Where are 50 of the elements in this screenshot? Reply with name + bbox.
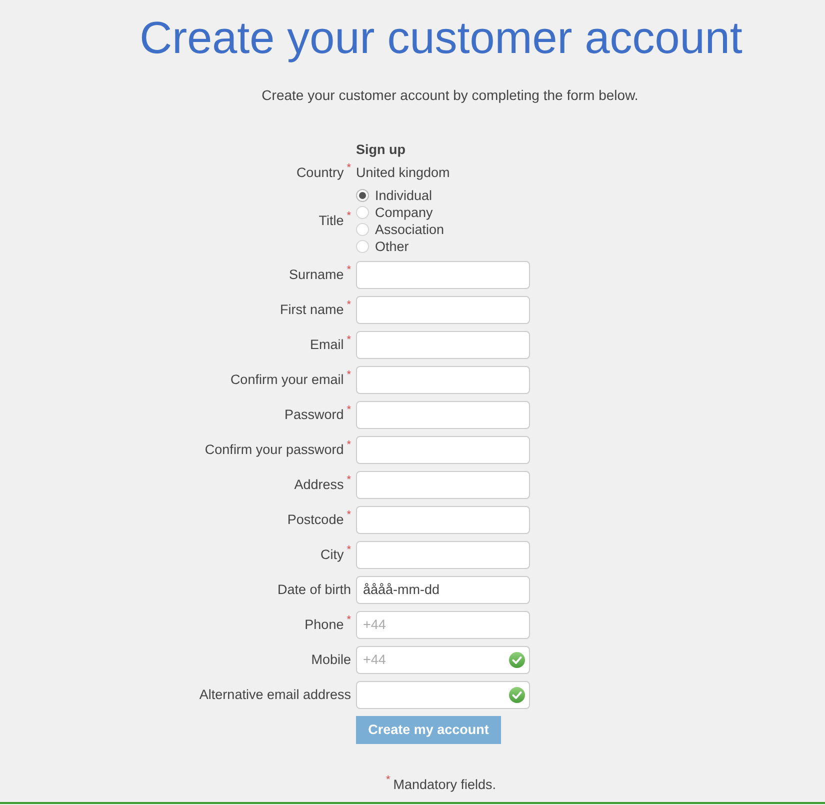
required-mark: * — [346, 544, 351, 556]
required-mark: * — [346, 474, 351, 486]
field-label: Password — [284, 406, 344, 424]
input-field[interactable] — [356, 366, 530, 394]
input-field[interactable] — [356, 330, 530, 359]
required-mark: * — [346, 370, 351, 381]
field-label: Alternative email address — [199, 686, 351, 704]
form-title: Sign up — [356, 141, 406, 159]
field-label: Date of birth — [277, 580, 351, 599]
field-label: Mobile — [311, 650, 351, 669]
page-title: Create your customer account — [138, 12, 744, 64]
input-field[interactable]: åååå-mm-dd — [356, 576, 530, 604]
required-mark: * — [346, 440, 351, 451]
footnote-mark: * — [386, 775, 390, 786]
footnote-text: Mandatory fields. — [393, 776, 496, 794]
required-mark: * — [346, 264, 351, 276]
field-label: City — [320, 546, 344, 564]
field-label: Title — [318, 212, 344, 230]
field-label: Address — [294, 476, 344, 494]
field-label: Postcode — [287, 510, 344, 529]
field-label: Confirm your email — [230, 370, 344, 389]
required-mark: * — [346, 300, 351, 311]
radio-button[interactable] — [356, 223, 369, 236]
input-field[interactable] — [356, 540, 530, 569]
field-label: Email — [310, 336, 344, 354]
input-field[interactable]: +44 — [356, 610, 530, 639]
radio-button[interactable] — [356, 240, 369, 254]
input-field[interactable]: +44 — [356, 646, 530, 674]
required-mark: * — [346, 334, 351, 346]
field-label: Country — [296, 164, 344, 182]
input-field[interactable] — [356, 400, 530, 429]
input-field[interactable] — [356, 296, 530, 324]
input-field[interactable] — [356, 470, 530, 499]
field-label: Phone — [304, 616, 344, 634]
required-mark: * — [346, 614, 351, 626]
intro-text: Create your customer account by completing the form below. — [260, 86, 640, 105]
input-field[interactable] — [356, 506, 530, 534]
input-field[interactable] — [356, 260, 530, 289]
required-mark: * — [346, 510, 351, 521]
input-field[interactable] — [356, 436, 530, 464]
required-mark: * — [346, 162, 351, 174]
required-mark: * — [346, 404, 351, 416]
input-field[interactable] — [356, 680, 530, 709]
radio-button[interactable] — [356, 206, 369, 220]
radio-button[interactable] — [356, 189, 369, 202]
field-label: Confirm your password — [204, 440, 344, 459]
field-label: First name — [280, 300, 344, 319]
field-value: United kingdom — [356, 164, 450, 182]
field-label: Surname — [288, 266, 344, 284]
required-mark: * — [346, 211, 351, 222]
